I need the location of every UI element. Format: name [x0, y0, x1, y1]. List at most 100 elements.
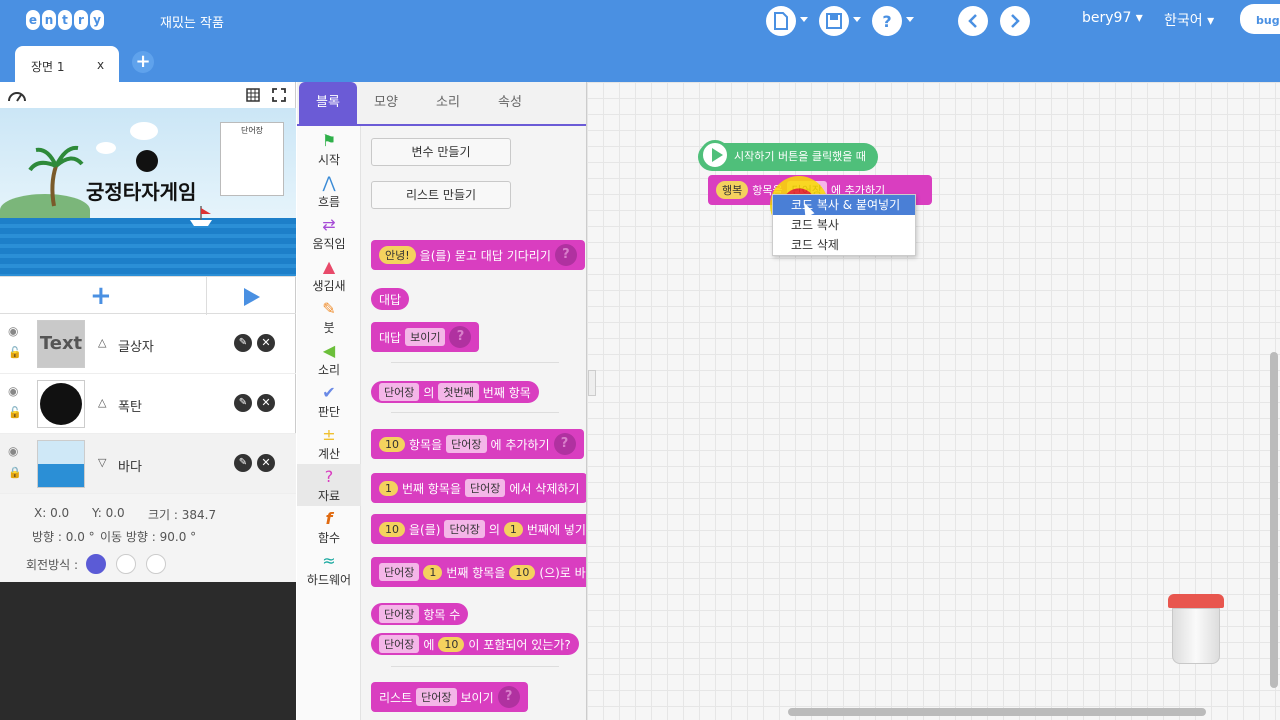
close-icon[interactable]: x [97, 58, 104, 72]
rotate-none-button[interactable] [146, 554, 166, 574]
trash-icon[interactable] [1168, 594, 1224, 666]
pencil-icon[interactable]: ✎ [234, 394, 252, 412]
add-scene-button[interactable]: + [132, 51, 154, 73]
object-row[interactable]: ◉ 🔓 Text △ 글상자 ✎ ✕ [0, 314, 296, 374]
help-icon[interactable]: ? [497, 686, 520, 708]
unlock-icon[interactable]: 🔓 [8, 406, 22, 419]
lock-icon[interactable]: 🔒 [8, 466, 22, 479]
size-value[interactable]: 크기 : 384.7 [148, 506, 216, 523]
remove-item-block[interactable]: 1 번째 항목을 단어장 에서 삭제하기 [371, 473, 586, 503]
category-hardware[interactable]: ≈ 하드웨어 [297, 548, 361, 590]
list-dropdown[interactable]: 단어장 [416, 688, 457, 706]
eye-icon[interactable]: ◉ [8, 324, 18, 338]
change-item-block[interactable]: 단어장 1 번째 항목을 10 (으)로 바꾸기 [371, 557, 586, 587]
rotate-free-button[interactable] [86, 554, 106, 574]
category-sound[interactable]: ◀ 소리 [297, 338, 361, 380]
horizontal-scrollbar[interactable] [788, 708, 1206, 716]
category-brush[interactable]: ✎ 붓 [297, 296, 361, 338]
move-direction-value[interactable]: 이동 방향 : 90.0 ° [100, 528, 196, 545]
category-start[interactable]: ⚑ 시작 [297, 128, 361, 170]
index-dropdown[interactable]: 첫번째 [438, 383, 479, 401]
index-chip[interactable]: 1 [503, 521, 523, 537]
tab-shapes[interactable]: 모양 [357, 82, 415, 124]
category-function[interactable]: f 함수 [297, 506, 361, 548]
rotate-horizontal-button[interactable] [116, 554, 136, 574]
grid-icon[interactable] [246, 88, 260, 102]
delete-icon[interactable]: ✕ [257, 394, 275, 412]
expand-icon[interactable]: △ [98, 336, 106, 349]
list-dropdown[interactable]: 단어장 [379, 605, 420, 623]
y-coordinate[interactable]: Y: 0.0 [92, 506, 125, 520]
entry-logo[interactable]: e n t r y [26, 10, 104, 30]
add-item-block[interactable]: 10 항목을 단어장 에 추가하기 ? [371, 429, 584, 459]
object-row-selected[interactable]: ◉ 🔒 ▽ 바다 ✎ ✕ [0, 434, 296, 494]
pencil-icon[interactable]: ✎ [234, 334, 252, 352]
scene-tab[interactable]: 장면 1 x [15, 46, 119, 82]
make-list-button[interactable]: 리스트 만들기 [371, 181, 511, 209]
delete-icon[interactable]: ✕ [257, 334, 275, 352]
insert-item-block[interactable]: 10 을(를) 단어장 의 1 번째에 넣기 [371, 514, 586, 544]
caret-down-icon[interactable] [800, 17, 808, 22]
eye-icon[interactable]: ◉ [8, 444, 18, 458]
answer-block[interactable]: 대답 [371, 288, 410, 310]
ask-and-wait-block[interactable]: 안녕! 을(를) 묻고 대답 기다리기 ? [371, 240, 585, 270]
eye-icon[interactable]: ◉ [8, 384, 18, 398]
bomb-sprite[interactable] [136, 150, 158, 172]
list-dropdown[interactable]: 단어장 [379, 563, 420, 581]
list-watcher[interactable]: 단어장 [220, 122, 284, 196]
help-icon[interactable]: ? [554, 244, 577, 266]
category-calc[interactable]: ± 계산 [297, 422, 361, 464]
object-name[interactable]: 폭탄 [118, 396, 142, 415]
x-coordinate[interactable]: X: 0.0 [34, 506, 69, 520]
list-dropdown[interactable]: 단어장 [379, 635, 420, 653]
fullscreen-icon[interactable] [272, 88, 286, 102]
add-object-button[interactable]: + [90, 281, 112, 311]
list-dropdown[interactable]: 단어장 [446, 435, 487, 453]
value-chip[interactable]: 10 [379, 436, 405, 452]
category-move[interactable]: ⇄ 움직임 [297, 212, 361, 254]
save-button[interactable] [819, 6, 849, 36]
list-dropdown[interactable]: 단어장 [465, 479, 506, 497]
help-icon[interactable]: ? [449, 326, 472, 348]
copy-paste-code-menu-item[interactable]: 코드 복사 & 붙여넣기 [773, 195, 915, 215]
object-row[interactable]: ◉ 🔓 △ 폭탄 ✎ ✕ [0, 374, 296, 434]
category-data[interactable]: ? 자료 [297, 464, 361, 506]
stage-title-text[interactable]: 궁정타자게임 [86, 176, 196, 205]
delete-code-menu-item[interactable]: 코드 삭제 [773, 235, 915, 255]
copy-code-menu-item[interactable]: 코드 복사 [773, 215, 915, 235]
tab-properties[interactable]: 속성 [481, 82, 539, 124]
direction-value[interactable]: 방향 : 0.0 ° [32, 528, 95, 545]
language-menu[interactable]: 한국어 ▾ [1164, 10, 1214, 30]
user-menu[interactable]: bery97 ▾ [1082, 10, 1143, 26]
pencil-icon[interactable]: ✎ [234, 454, 252, 472]
speed-gauge-icon[interactable] [7, 88, 27, 102]
tab-blocks[interactable]: 블록 [299, 82, 357, 124]
category-flow[interactable]: ⋀ 흐름 [297, 170, 361, 212]
dropdown[interactable]: 보이기 [405, 328, 446, 346]
value-chip[interactable]: 10 [379, 521, 405, 537]
list-dropdown[interactable]: 단어장 [379, 383, 420, 401]
value-chip[interactable]: 10 [509, 564, 536, 580]
object-name[interactable]: 바다 [118, 456, 142, 475]
value-chip[interactable]: 10 [438, 636, 465, 652]
redo-button[interactable] [1000, 6, 1030, 36]
project-title[interactable]: 재밌는 작품 [160, 12, 224, 31]
tab-sounds[interactable]: 소리 [419, 82, 477, 124]
text-input-chip[interactable]: 안녕! [379, 246, 416, 264]
make-variable-button[interactable]: 변수 만들기 [371, 138, 511, 166]
help-icon[interactable]: ? [553, 433, 576, 455]
help-button[interactable]: ? [872, 6, 902, 36]
value-chip[interactable]: 1 [379, 480, 398, 496]
index-chip[interactable]: 1 [423, 564, 443, 580]
list-item-value-block[interactable]: 단어장 의 첫번째 번째 항목 [371, 381, 539, 403]
caret-down-icon[interactable] [906, 17, 914, 22]
list-dropdown[interactable]: 단어장 [444, 520, 485, 538]
delete-icon[interactable]: ✕ [257, 454, 275, 472]
list-contains-block[interactable]: 단어장 에 10 이 포함되어 있는가? [371, 633, 579, 655]
category-judge[interactable]: ✔ 판단 [297, 380, 361, 422]
undo-button[interactable] [958, 6, 988, 36]
stage-canvas[interactable]: 궁정타자게임 단어장 [0, 108, 296, 276]
caret-down-icon[interactable] [853, 17, 861, 22]
resize-handle[interactable] [588, 370, 596, 396]
show-answer-block[interactable]: 대답 보이기 ? [371, 322, 480, 352]
